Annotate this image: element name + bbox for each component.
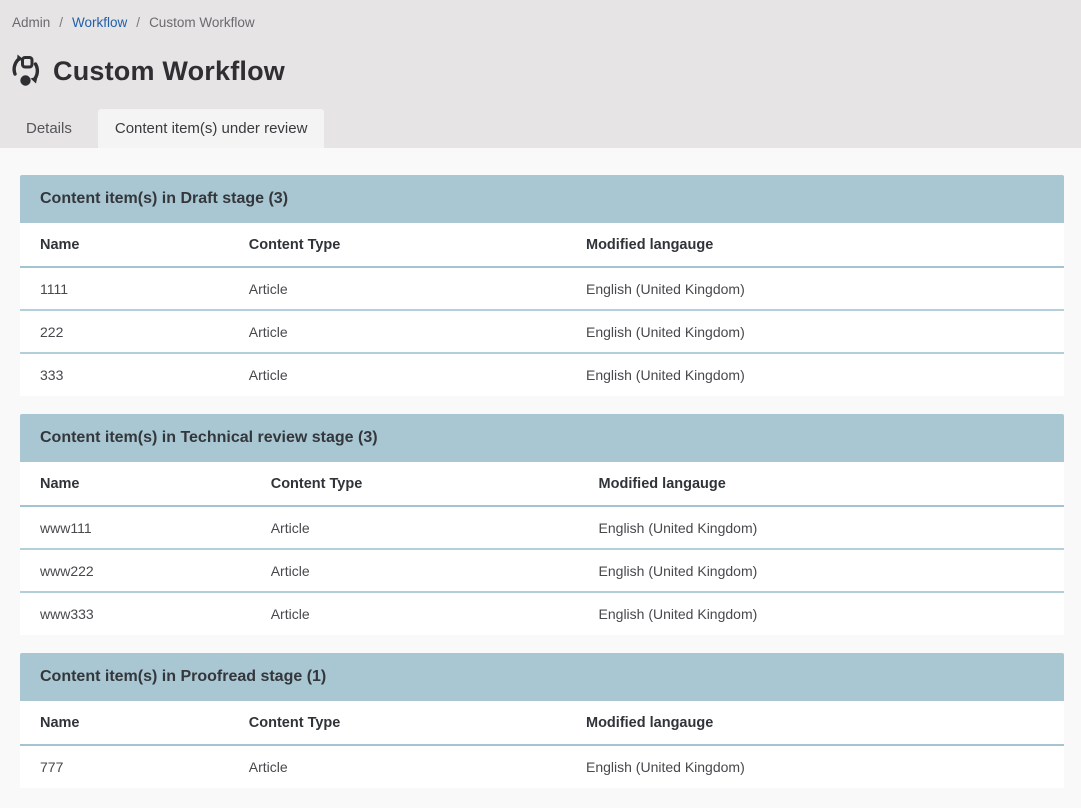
proofread-stage-table: Name Content Type Modified langauge 777 … bbox=[20, 701, 1064, 788]
column-header-content-type: Content Type bbox=[229, 223, 566, 267]
cell-name: 333 bbox=[20, 353, 229, 396]
cell-content-type: Article bbox=[251, 592, 579, 635]
table-header-row: Name Content Type Modified langauge bbox=[20, 462, 1064, 506]
cell-name: www111 bbox=[20, 506, 251, 549]
cell-content-type: Article bbox=[229, 310, 566, 353]
table-row: 777 Article English (United Kingdom) bbox=[20, 745, 1064, 788]
page-title: Custom Workflow bbox=[53, 56, 285, 87]
breadcrumb-separator: / bbox=[59, 15, 63, 30]
cell-content-type: Article bbox=[229, 745, 566, 788]
page-header: Admin / Workflow / Custom Workflow Custo… bbox=[0, 0, 1081, 148]
table-row: 222 Article English (United Kingdom) bbox=[20, 310, 1064, 353]
section-title-proofread: Content item(s) in Proofread stage (1) bbox=[20, 653, 1064, 701]
cell-modified-language: English (United Kingdom) bbox=[566, 310, 1064, 353]
cell-modified-language: English (United Kingdom) bbox=[579, 506, 1064, 549]
section-title-technical-review: Content item(s) in Technical review stag… bbox=[20, 414, 1064, 462]
cell-name: 222 bbox=[20, 310, 229, 353]
breadcrumb-item-admin: Admin bbox=[12, 15, 50, 30]
cell-name: www333 bbox=[20, 592, 251, 635]
section-proofread-stage: Content item(s) in Proofread stage (1) N… bbox=[20, 653, 1064, 788]
section-technical-review-stage: Content item(s) in Technical review stag… bbox=[20, 414, 1064, 635]
table-row: www222 Article English (United Kingdom) bbox=[20, 549, 1064, 592]
tab-details[interactable]: Details bbox=[0, 109, 98, 148]
draft-stage-table: Name Content Type Modified langauge 1111… bbox=[20, 223, 1064, 396]
breadcrumb-item-current: Custom Workflow bbox=[149, 15, 255, 30]
cell-content-type: Article bbox=[251, 549, 579, 592]
column-header-name: Name bbox=[20, 223, 229, 267]
tab-content-items-under-review[interactable]: Content item(s) under review bbox=[98, 109, 325, 148]
tab-bar: Details Content item(s) under review bbox=[0, 109, 1081, 148]
cell-content-type: Article bbox=[229, 267, 566, 310]
cell-content-type: Article bbox=[229, 353, 566, 396]
cell-modified-language: English (United Kingdom) bbox=[566, 267, 1064, 310]
table-row: www333 Article English (United Kingdom) bbox=[20, 592, 1064, 635]
column-header-content-type: Content Type bbox=[229, 701, 566, 745]
column-header-modified-language: Modified langauge bbox=[566, 701, 1064, 745]
cell-modified-language: English (United Kingdom) bbox=[579, 549, 1064, 592]
table-header-row: Name Content Type Modified langauge bbox=[20, 701, 1064, 745]
table-header-row: Name Content Type Modified langauge bbox=[20, 223, 1064, 267]
cell-content-type: Article bbox=[251, 506, 579, 549]
cell-modified-language: English (United Kingdom) bbox=[579, 592, 1064, 635]
cell-modified-language: English (United Kingdom) bbox=[566, 745, 1064, 788]
section-title-draft: Content item(s) in Draft stage (3) bbox=[20, 175, 1064, 223]
column-header-modified-language: Modified langauge bbox=[566, 223, 1064, 267]
cell-name: 777 bbox=[20, 745, 229, 788]
title-row: Custom Workflow bbox=[0, 32, 1081, 94]
main-content: Content item(s) in Draft stage (3) Name … bbox=[0, 148, 1081, 788]
workflow-icon bbox=[8, 53, 44, 89]
table-row: www111 Article English (United Kingdom) bbox=[20, 506, 1064, 549]
cell-name: 1111 bbox=[20, 267, 229, 310]
column-header-name: Name bbox=[20, 462, 251, 506]
column-header-content-type: Content Type bbox=[251, 462, 579, 506]
column-header-modified-language: Modified langauge bbox=[579, 462, 1064, 506]
column-header-name: Name bbox=[20, 701, 229, 745]
cell-name: www222 bbox=[20, 549, 251, 592]
section-draft-stage: Content item(s) in Draft stage (3) Name … bbox=[20, 175, 1064, 396]
table-row: 1111 Article English (United Kingdom) bbox=[20, 267, 1064, 310]
breadcrumb-separator: / bbox=[136, 15, 140, 30]
breadcrumb-link-workflow[interactable]: Workflow bbox=[72, 15, 127, 30]
cell-modified-language: English (United Kingdom) bbox=[566, 353, 1064, 396]
technical-review-stage-table: Name Content Type Modified langauge www1… bbox=[20, 462, 1064, 635]
breadcrumb: Admin / Workflow / Custom Workflow bbox=[0, 0, 1081, 32]
table-row: 333 Article English (United Kingdom) bbox=[20, 353, 1064, 396]
